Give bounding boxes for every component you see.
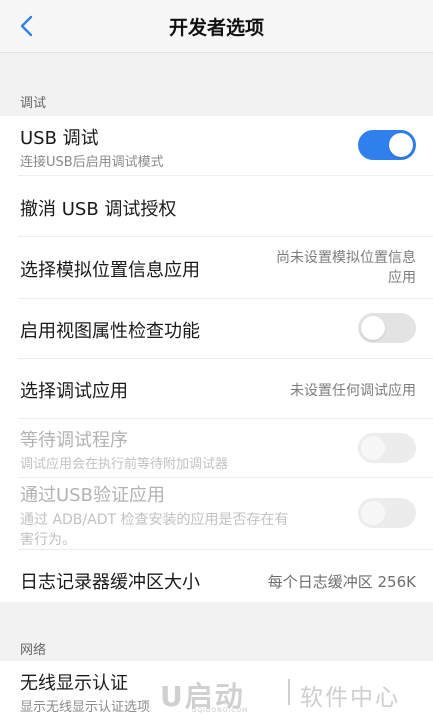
usb-debug-subtitle: 连接USB后启用调试模式 [20,155,164,170]
view-attribute-inspection-row[interactable]: 启用视图属性检查功能 [18,299,433,359]
select-debug-app-row[interactable]: 选择调试应用 未设置任何调试应用 [18,359,433,419]
usb-debug-toggle[interactable] [358,130,416,160]
toggle-knob [361,316,385,340]
usb-debug-row[interactable]: USB 调试 连接USB后启用调试模式 [18,116,433,176]
toggle-knob [361,436,385,460]
watermark-url: UQIDONG.COM [192,707,249,714]
section-label-debug: 调试 [20,96,47,111]
logger-buffer-size-label: 日志记录器缓冲区大小 [20,572,200,593]
usb-debug-label: USB 调试 [20,128,99,149]
wait-for-debugger-row[interactable]: 等待调试程序 调试应用会在执行前等待附加调试器 [18,419,433,478]
mock-location-app-value-line2: 应用 [388,270,416,286]
verify-usb-apps-label: 通过USB验证应用 [20,485,165,506]
wait-for-debugger-subtitle: 调试应用会在执行前等待附加调试器 [20,457,229,472]
verify-usb-apps-subtitle-line1: 通过 ADB/ADT 检查安装的应用是否存在有 [20,512,289,528]
revoke-usb-auth-row[interactable]: 撤消 USB 调试授权 [18,176,433,237]
revoke-usb-auth-label: 撤消 USB 调试授权 [20,199,177,220]
verify-usb-apps-subtitle-line2: 害行为。 [20,532,76,548]
wait-for-debugger-toggle[interactable] [358,433,416,463]
toggle-knob [389,133,413,157]
watermark-divider [288,679,290,705]
mock-location-app-value-line1: 尚未设置模拟位置信息 [276,250,416,266]
mock-location-app-label: 选择模拟位置信息应用 [20,260,200,281]
wireless-display-certification-label: 无线显示认证 [20,673,128,694]
logger-buffer-size-row[interactable]: 日志记录器缓冲区大小 每个日志缓冲区 256K [18,550,433,608]
wireless-display-certification-subtitle: 显示无线显示认证选项 [20,700,151,715]
page-title: 开发者选项 [168,17,264,39]
view-attribute-inspection-label: 启用视图属性检查功能 [20,321,200,342]
select-debug-app-label: 选择调试应用 [20,381,128,402]
watermark: U启动 软件中心 UQIDONG.COM [160,673,430,714]
title-bar: 开发者选项 [0,0,433,53]
logger-buffer-size-value: 每个日志缓冲区 256K [267,573,416,591]
debug-settings-group: USB 调试 连接USB后启用调试模式 撤消 USB 调试授权 选择模拟位置信息… [0,116,433,602]
mock-location-app-row[interactable]: 选择模拟位置信息应用 尚未设置模拟位置信息 应用 [18,237,433,299]
section-label-network: 网络 [20,643,47,658]
watermark-text: 软件中心 [300,685,400,711]
view-attribute-inspection-toggle[interactable] [358,313,416,343]
verify-usb-apps-toggle[interactable] [358,498,416,528]
wait-for-debugger-label: 等待调试程序 [20,430,128,451]
verify-usb-apps-row[interactable]: 通过USB验证应用 通过 ADB/ADT 检查安装的应用是否存在有 害行为。 [18,478,433,550]
toggle-knob [361,501,385,525]
select-debug-app-value: 未设置任何调试应用 [290,383,416,399]
